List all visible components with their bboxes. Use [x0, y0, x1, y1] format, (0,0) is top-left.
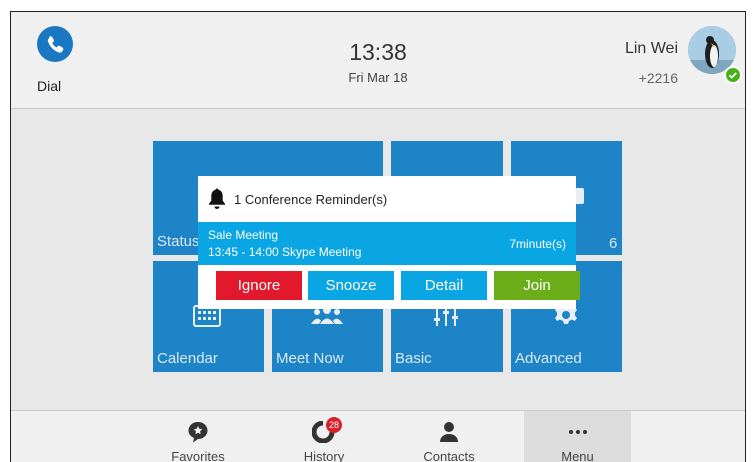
account-extension: +2216: [638, 70, 678, 86]
tile-meet-now-label: Meet Now: [276, 350, 344, 367]
nav-favorites-label: Favorites: [171, 449, 225, 462]
status-header: Dial 13:38 Fri Mar 18 Lin Wei +2216: [11, 12, 745, 109]
favorites-icon: [188, 422, 208, 443]
join-button[interactable]: Join: [494, 271, 580, 300]
reminder-item[interactable]: Sale Meeting 13:45 - 14:00 Skype Meeting…: [198, 222, 576, 265]
nav-contacts[interactable]: Contacts: [404, 411, 494, 462]
history-badge: 28: [326, 417, 342, 433]
bottom-nav: Favorites 28 History Contacts Menu: [11, 410, 745, 462]
detail-button[interactable]: Detail: [401, 271, 487, 300]
tile-six-label: 6: [609, 235, 618, 252]
bell-icon: [209, 188, 225, 209]
meeting-name: Sale Meeting: [208, 228, 279, 242]
tile-status-label: Status: [157, 233, 200, 250]
snooze-button[interactable]: Snooze: [308, 271, 394, 300]
nav-history[interactable]: 28 History: [279, 411, 369, 462]
tile-basic-label: Basic: [395, 350, 432, 367]
ignore-button[interactable]: Ignore: [216, 271, 302, 300]
contacts-icon: [440, 422, 458, 442]
presence-online-icon: [724, 66, 742, 84]
nav-contacts-label: Contacts: [423, 449, 475, 462]
nav-favorites[interactable]: Favorites: [153, 411, 243, 462]
menu-more-icon: [568, 430, 587, 434]
account-name: Lin Wei: [624, 40, 678, 57]
conference-reminder-dialog: 1 Conference Reminder(s) Sale Meeting 13…: [198, 176, 580, 309]
sliders-icon: [434, 308, 458, 326]
nav-menu[interactable]: Menu: [524, 411, 631, 462]
meeting-time: 13:45 - 14:00 Skype Meeting: [208, 245, 362, 259]
nav-menu-label: Menu: [561, 449, 594, 462]
tile-calendar-label: Calendar: [157, 350, 218, 367]
clock-date: Fri Mar 18: [348, 70, 408, 85]
reminder-title: 1 Conference Reminder(s): [234, 192, 388, 207]
tile-advanced-label: Advanced: [515, 350, 582, 367]
nav-history-label: History: [303, 449, 345, 462]
phone-screen: Dial 13:38 Fri Mar 18 Lin Wei +2216 Stat…: [10, 11, 746, 462]
meeting-countdown: 7minute(s): [509, 237, 566, 251]
